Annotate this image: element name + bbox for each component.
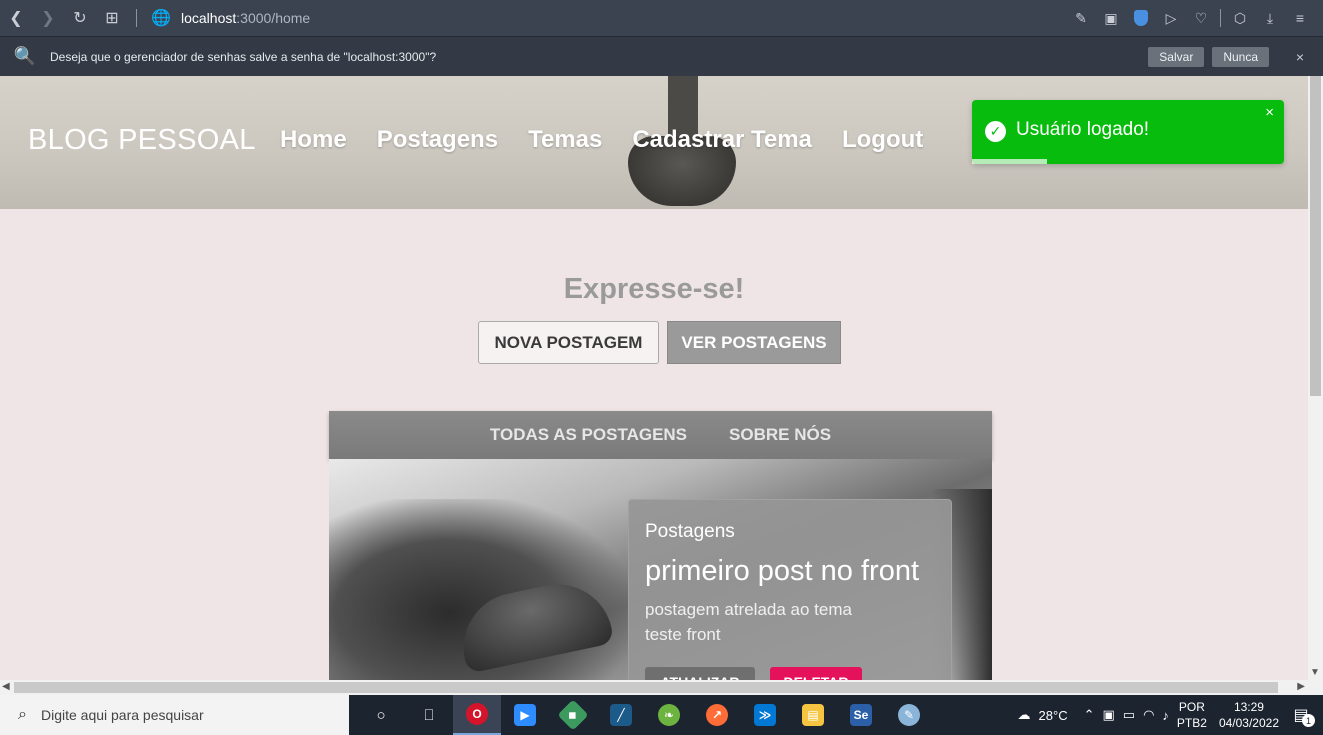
file-explorer-icon[interactable]: ▤ [789,695,837,735]
page-viewport: BLOG PESSOAL Home Postagens Temas Cadast… [0,76,1323,680]
tabs-grid-icon[interactable]: ⊞ [96,0,128,36]
paint-icon[interactable]: ✎ [885,695,933,735]
taskbar-apps: ○ ⎕ O ▶ ◆ ╱ ❧ ↗ ≫ ▤ Se ✎ [357,695,933,735]
task-view-icon[interactable]: ⎕ [405,695,453,735]
key-icon: 🔍 [13,46,37,66]
toolbar-divider [136,9,137,27]
notifications-icon[interactable]: ▤ 1 [1287,701,1315,729]
horizontal-scrollbar-thumb[interactable] [14,682,1278,693]
new-post-button[interactable]: NOVA POSTAGEM [478,321,659,364]
download-icon[interactable]: ⤓ [1257,0,1283,36]
toolbar-divider-right [1220,9,1221,27]
site-brand[interactable]: BLOG PESSOAL [28,124,256,157]
shield-icon[interactable] [1128,0,1154,36]
taskbar-search[interactable]: ⌕ Digite aqui para pesquisar [0,695,349,735]
nav-postagens[interactable]: Postagens [377,126,498,154]
address-bar[interactable]: localhost:3000/home [181,10,310,26]
git-icon[interactable]: ◆ [549,695,597,735]
nav-links: Home Postagens Temas Cadastrar Tema Logo… [280,126,923,154]
toolbar-right: ✎ ▣ ▷ ♡ ⬡ ⤓ ≡ [1068,0,1313,36]
forward-icon[interactable]: ❯ [32,0,64,36]
nav-home[interactable]: Home [280,126,347,154]
language-indicator[interactable]: POR PTB2 [1177,699,1207,731]
welcome-heading: Expresse-se! [563,273,745,305]
password-save-message: Deseja que o gerenciador de senhas salve… [50,49,437,64]
cortana-icon[interactable]: ○ [357,695,405,735]
taskbar-search-placeholder: Digite aqui para pesquisar [40,707,204,723]
back-icon[interactable]: ❮ [0,0,32,36]
success-toast[interactable]: ✓ Usuário logado! × [972,100,1284,164]
toast-message: Usuário logado! [1016,119,1150,140]
camera-icon[interactable]: ▣ [1098,0,1124,36]
nav-logout[interactable]: Logout [842,126,923,154]
post-category: Postagens [645,521,735,542]
keyboard-layout: PTB2 [1176,716,1207,730]
scroll-right-icon[interactable]: ▶ [1297,681,1305,692]
selenium-icon[interactable]: Se [837,695,885,735]
opera-icon[interactable]: O [453,695,501,735]
toast-close-icon[interactable]: × [1265,104,1274,121]
clock[interactable]: 13:29 04/03/2022 [1219,699,1279,731]
scroll-left-icon[interactable]: ◀ [2,681,10,692]
url-host: localhost [181,10,237,26]
delete-post-button[interactable]: DELETAR [770,667,862,680]
tab-todas-postagens[interactable]: TODAS AS POSTAGENS [490,425,687,445]
weather-temp[interactable]: 28°C [1039,708,1068,723]
menu-icon[interactable]: ≡ [1287,0,1313,36]
spring-tool-suite-icon[interactable]: ❧ [645,695,693,735]
search-icon: ⌕ [18,706,27,723]
post-card: Postagens primeiro post no front postage… [628,499,952,680]
notification-count: 1 [1302,714,1315,727]
password-save-bar: 🔍 Deseja que o gerenciador de senhas sal… [0,36,1323,76]
edit-icon[interactable]: ✎ [1068,0,1094,36]
url-path: :3000/home [236,10,311,26]
wifi-icon[interactable]: ◠ [1143,707,1154,723]
view-posts-button[interactable]: VER POSTAGENS [667,321,841,364]
post-tabs: TODAS AS POSTAGENS SOBRE NÓS [329,411,992,459]
nav-temas[interactable]: Temas [528,126,602,154]
clock-time: 13:29 [1233,700,1264,714]
meet-now-icon[interactable]: ▣ [1102,707,1114,723]
weather-icon[interactable]: ☁ [1018,707,1031,723]
zoom-icon[interactable]: ▶ [501,695,549,735]
box-icon[interactable]: ⬡ [1227,0,1253,36]
language-code: POR [1178,700,1205,714]
heart-icon[interactable]: ♡ [1188,0,1214,36]
mysql-workbench-icon[interactable]: ╱ [597,695,645,735]
vertical-scrollbar-thumb[interactable] [1310,76,1321,396]
volume-icon[interactable]: ♪ [1162,708,1169,723]
postman-icon[interactable]: ↗ [693,695,741,735]
vscode-icon[interactable]: ≫ [741,695,789,735]
post-title: primeiro post no front [645,555,920,587]
save-password-button[interactable]: Salvar [1148,47,1205,67]
check-circle-icon: ✓ [985,121,1006,142]
windows-taskbar: ⌕ Digite aqui para pesquisar ○ ⎕ O ▶ ◆ ╱… [0,695,1323,735]
globe-icon: 🌐 [151,10,171,27]
update-post-button[interactable]: ATUALIZAR [645,667,755,680]
vertical-scrollbar[interactable]: ▼ [1308,76,1323,680]
system-tray: ☁ 28°C ⌃ ▣ ▭ ◠ ♪ POR PTB2 13:29 04/03/20… [1018,695,1323,735]
home-actions: NOVA POSTAGEM VER POSTAGENS [478,321,841,364]
tray-chevron-icon[interactable]: ⌃ [1084,707,1095,723]
horizontal-scrollbar[interactable]: ◀ ▶ [0,680,1323,695]
tab-sobre-nos[interactable]: SOBRE NÓS [729,425,831,445]
toast-progress-bar [972,159,1047,164]
battery-icon[interactable]: ▭ [1123,707,1135,723]
send-icon[interactable]: ▷ [1158,0,1184,36]
nav-cadastrar-tema[interactable]: Cadastrar Tema [632,126,812,154]
scroll-down-icon[interactable]: ▼ [1310,667,1320,678]
clock-date: 04/03/2022 [1218,716,1279,730]
reload-icon[interactable]: ↻ [64,0,96,36]
post-description: postagem atrelada ao tema teste front [645,600,852,644]
never-button[interactable]: Nunca [1212,47,1269,67]
browser-toolbar: ❮ ❯ ↻ ⊞ 🌐 localhost:3000/home ✎ ▣ ▷ ♡ ⬡ … [0,0,1323,36]
close-icon[interactable]: × [1293,49,1307,65]
